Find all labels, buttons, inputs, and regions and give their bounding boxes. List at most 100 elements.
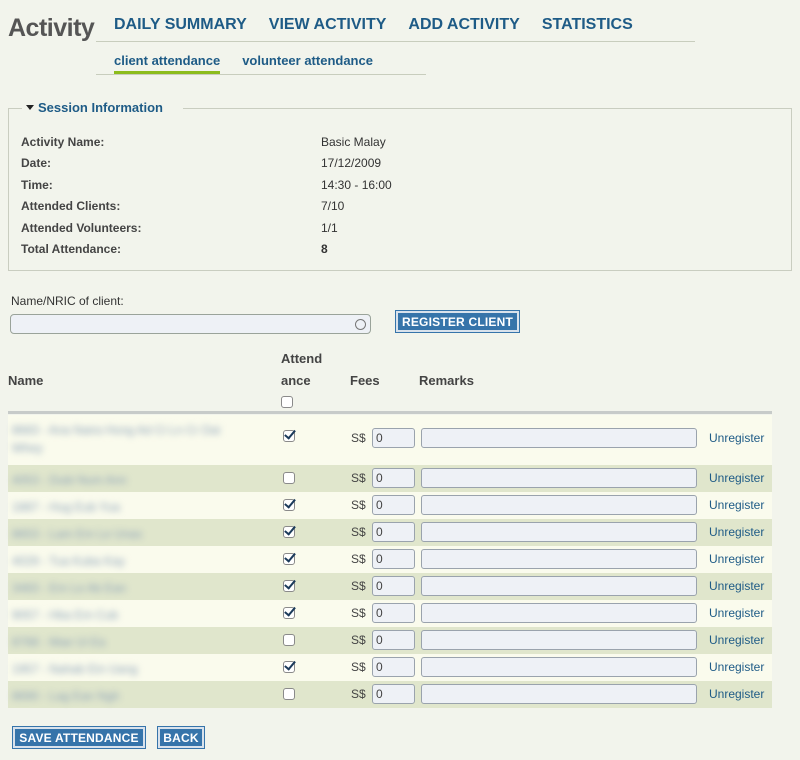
attendance-checkbox[interactable]	[283, 580, 295, 592]
unregister-link[interactable]: Unregister	[709, 498, 764, 512]
fee-input[interactable]: 0	[372, 684, 415, 704]
client-name: 3483 - Em Le Ab Ean	[12, 581, 127, 595]
sub-nav: client attendance volunteer attendance	[96, 50, 426, 75]
attendance-checkbox[interactable]	[283, 472, 295, 484]
fee-input[interactable]: 0	[372, 495, 415, 515]
fee-input[interactable]: 0	[372, 428, 415, 448]
unregister-link[interactable]: Unregister	[709, 579, 764, 593]
session-info-panel: Session Information Activity Name: Basic…	[8, 100, 792, 271]
table-row: 8653 - Lam Em Le Unas S$ 0 Unregister	[8, 519, 772, 546]
info-row-attended-clients: Attended Clients: 7/10	[21, 199, 781, 215]
main-nav: DAILY SUMMARY VIEW ACTIVITY ADD ACTIVITY…	[96, 14, 695, 42]
remarks-input[interactable]	[421, 657, 697, 677]
page-title: Activity	[8, 14, 95, 42]
attendance-checkbox[interactable]	[283, 499, 295, 511]
attendance-checkbox[interactable]	[283, 688, 295, 700]
fee-input[interactable]: 0	[372, 549, 415, 569]
info-value: 17/12/2009	[321, 156, 382, 170]
client-name: 4053 - Dubi Num Ann	[12, 473, 127, 487]
table-row: 1887 - Hug Eub Yua S$ 0 Unregister	[8, 492, 772, 519]
info-value: 8	[321, 242, 328, 256]
select-all-checkbox[interactable]	[281, 396, 293, 408]
table-row: 1957 - Nahab Ein Uang S$ 0 Unregister	[8, 654, 772, 681]
client-name: 8690 - Lag Ean Ngh	[12, 689, 120, 703]
fee-input[interactable]: 0	[372, 657, 415, 677]
remarks-input[interactable]	[421, 468, 697, 488]
client-search-label: Name/NRIC of client:	[11, 294, 124, 308]
currency-label: S$	[351, 579, 366, 593]
info-label: Attended Clients:	[21, 199, 121, 213]
table-row: 4053 - Dubi Num Ann S$ 0 Unregister	[8, 465, 772, 492]
remarks-input[interactable]	[421, 549, 697, 569]
fee-input[interactable]: 0	[372, 468, 415, 488]
info-row-attended-volunteers: Attended Volunteers: 1/1	[21, 221, 781, 237]
remarks-input[interactable]	[421, 630, 697, 650]
info-label: Date:	[21, 156, 52, 170]
currency-label: S$	[351, 633, 366, 647]
remarks-input[interactable]	[421, 495, 697, 515]
info-value: Basic Malay	[321, 135, 386, 149]
client-name: 4029 - Tua Kuba Kay	[12, 554, 125, 568]
table-row: 3483 - Em Le Ab Ean S$ 0 Unregister	[8, 573, 772, 600]
info-row-time: Time: 14:30 - 16:00	[21, 178, 781, 194]
attendance-checkbox[interactable]	[283, 634, 295, 646]
tab-volunteer-attendance[interactable]: volunteer attendance	[242, 50, 373, 74]
nav-daily-summary[interactable]: DAILY SUMMARY	[96, 14, 247, 41]
info-value: 7/10	[321, 199, 345, 213]
client-search-input[interactable]	[10, 314, 371, 334]
nav-add-activity[interactable]: ADD ACTIVITY	[390, 14, 519, 41]
fee-input[interactable]: 0	[372, 603, 415, 623]
unregister-link[interactable]: Unregister	[709, 471, 764, 485]
save-attendance-button[interactable]: SAVE ATTENDANCE	[12, 726, 146, 749]
info-label: Attended Volunteers:	[21, 221, 142, 235]
fee-input[interactable]: 0	[372, 630, 415, 650]
session-info-title: Session Information	[38, 100, 163, 115]
currency-label: S$	[351, 431, 366, 445]
attendance-checkbox[interactable]	[283, 526, 295, 538]
column-header-name: Name	[8, 373, 44, 388]
currency-label: S$	[351, 660, 366, 674]
remarks-input[interactable]	[421, 428, 697, 448]
info-label: Total Attendance:	[21, 242, 122, 256]
column-header-attendance-2: ance	[281, 373, 311, 388]
table-row: 9057 - Hba Em Cub S$ 0 Unregister	[8, 600, 772, 627]
attendance-checkbox[interactable]	[283, 553, 295, 565]
nav-statistics[interactable]: STATISTICS	[524, 14, 633, 41]
search-icon	[355, 319, 366, 330]
attendance-checkbox[interactable]	[283, 661, 295, 673]
unregister-link[interactable]: Unregister	[709, 431, 764, 445]
table-row: 8768 - Mae Ui Ea S$ 0 Unregister	[8, 627, 772, 654]
unregister-link[interactable]: Unregister	[709, 633, 764, 647]
remarks-input[interactable]	[421, 603, 697, 623]
remarks-input[interactable]	[421, 522, 697, 542]
currency-label: S$	[351, 552, 366, 566]
currency-label: S$	[351, 525, 366, 539]
nav-view-activity[interactable]: VIEW ACTIVITY	[251, 14, 387, 41]
info-row-date: Date: 17/12/2009	[21, 156, 781, 172]
info-label: Time:	[21, 178, 53, 192]
unregister-link[interactable]: Unregister	[709, 687, 764, 701]
currency-label: S$	[351, 471, 366, 485]
unregister-link[interactable]: Unregister	[709, 525, 764, 539]
tab-client-attendance[interactable]: client attendance	[114, 50, 221, 74]
currency-label: S$	[351, 606, 366, 620]
remarks-input[interactable]	[421, 576, 697, 596]
back-button[interactable]: BACK	[157, 726, 205, 749]
info-value: 1/1	[321, 221, 338, 235]
fee-input[interactable]: 0	[372, 522, 415, 542]
table-row: 8683 - Ana Naira Hong Ad Ci Ln Cr Dai Wh…	[8, 415, 772, 465]
client-name: 1887 - Hug Eub Yua	[12, 500, 120, 514]
unregister-link[interactable]: Unregister	[709, 660, 764, 674]
register-client-button[interactable]: REGISTER CLIENT	[395, 310, 520, 333]
table-header-divider	[8, 411, 772, 414]
session-info-toggle[interactable]: Session Information	[26, 100, 163, 115]
attendance-checkbox[interactable]	[283, 607, 295, 619]
remarks-input[interactable]	[421, 684, 697, 704]
table-row: 8690 - Lag Ean Ngh S$ 0 Unregister	[8, 681, 772, 708]
info-value: 14:30 - 16:00	[321, 178, 392, 192]
unregister-link[interactable]: Unregister	[709, 552, 764, 566]
fee-input[interactable]: 0	[372, 576, 415, 596]
attendance-table: 8683 - Ana Naira Hong Ad Ci Ln Cr Dai Wh…	[8, 415, 772, 708]
attendance-checkbox[interactable]	[283, 430, 295, 442]
unregister-link[interactable]: Unregister	[709, 606, 764, 620]
